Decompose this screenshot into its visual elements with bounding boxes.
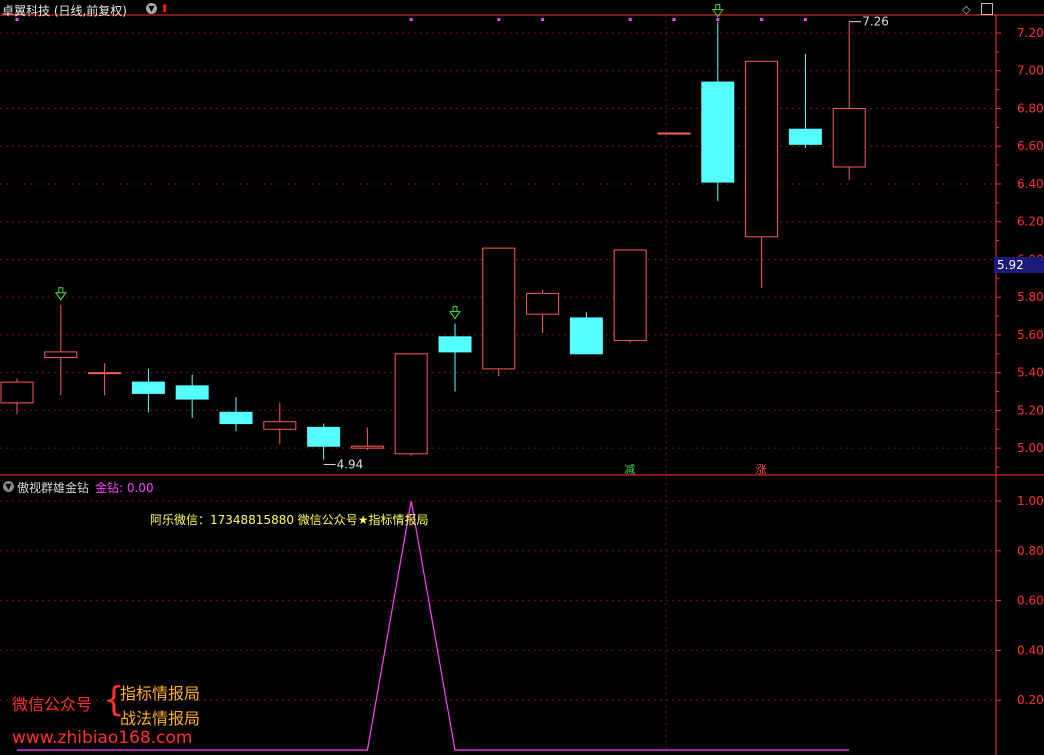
y-tick-label: 5.20 [1017,403,1044,417]
candle-body [701,81,735,183]
indicator-chevron-icon[interactable]: ▼ [3,481,14,492]
top-marker [541,18,545,21]
candle-body [569,317,603,355]
candle-body [526,292,560,315]
top-marker [760,18,764,21]
candle-body [438,336,472,353]
candle-body [175,385,209,400]
y-tick-label: 5.40 [1017,366,1044,380]
candle-body [832,107,866,168]
candle-body [0,381,34,404]
y-tick-label: 6.80 [1017,101,1044,115]
watermark-url: www.zhibiao168.com [12,728,193,748]
candle-body [394,353,428,455]
indicator-y-tick-label: 0.80 [1017,544,1044,558]
candle-body [263,421,297,430]
indicator-name: 傲视群雄金钻 [17,481,90,495]
candle-body [44,351,78,359]
indicator-info-text: 阿乐微信：17348815880 微信公众号★指标情报局 [150,513,429,527]
candle-body [88,372,122,375]
candle-body [350,445,384,449]
candle-body [745,60,779,238]
y-tick-label: 6.20 [1017,215,1044,229]
signal-tag-label: 涨 [756,463,767,476]
y-tick-label: 7.20 [1017,26,1044,40]
diamond-icon[interactable]: ◇ [962,3,970,16]
y-tick-label: 5.00 [1017,441,1044,455]
red-up-arrow-icon: ⬆ [160,2,170,15]
top-marker [716,18,720,21]
candle-body [613,249,647,342]
current-price-badge: 5.92 [994,257,1044,273]
indicator-y-tick-label: 0.40 [1017,643,1044,657]
indicator-y-tick-label: 1.00 [1017,494,1044,508]
window-toggle-icon[interactable] [981,3,993,15]
y-tick-label: 7.00 [1017,64,1044,78]
candle-body [307,426,341,447]
y-tick-label: 5.80 [1017,290,1044,304]
indicator-value: 金钻: 0.00 [95,481,154,495]
top-marker [672,18,676,21]
top-marker [803,18,807,21]
chart-title: 卓翼科技 (日线,前复权) [2,4,127,18]
extreme-price-label: 7.26 [862,15,889,29]
signal-tag-label: 减 [624,463,635,476]
y-tick-label: 6.40 [1017,177,1044,191]
candle-body [657,132,691,135]
signal-down-arrow-icon [54,287,67,301]
candle-body [482,247,516,370]
extreme-price-label: 4.94 [337,457,364,471]
top-marker [409,18,413,21]
indicator-y-tick-label: 0.60 [1017,594,1044,608]
candle-body [788,128,822,145]
candle-body [131,381,165,394]
watermark-label: 微信公众号 [12,695,93,714]
indicator-y-tick-label: 0.20 [1017,693,1044,707]
signal-down-arrow-icon [449,306,461,320]
top-marker [497,18,501,21]
watermark-line2: 战法情报局 [120,709,201,728]
y-tick-label: 5.60 [1017,328,1044,342]
chart-canvas[interactable]: 7.207.006.806.606.406.206.005.805.605.40… [0,0,1044,755]
y-tick-label: 6.60 [1017,139,1044,153]
watermark-line1: 指标情报局 [120,684,201,703]
candle-body [219,411,253,425]
top-marker [628,18,632,21]
chevron-down-icon[interactable]: ▼ [146,3,157,14]
